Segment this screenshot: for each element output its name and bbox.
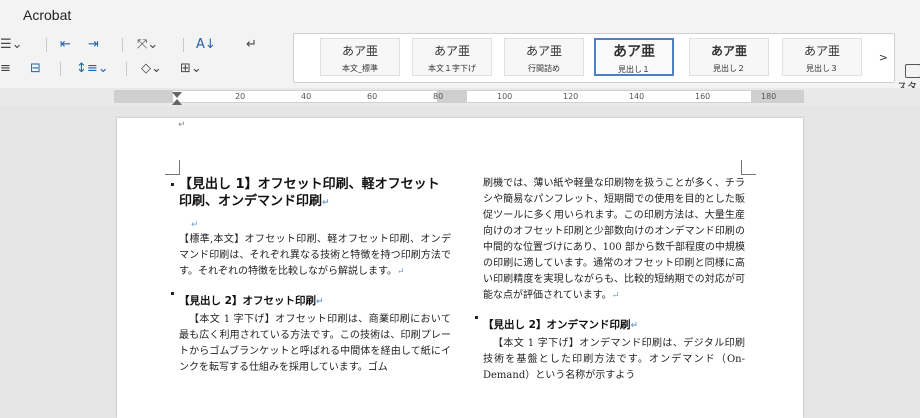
line-spacing-icon[interactable]: ↕≡⌄ <box>76 62 109 76</box>
return-mark: ↵ <box>191 220 199 230</box>
heading-bullet <box>475 316 478 319</box>
style-tile-heading-3[interactable]: あア亜 見出し３ <box>782 38 862 76</box>
style-name: 本文１字下げ <box>428 64 476 73</box>
ruler-label: 120 <box>563 92 579 101</box>
ruler-label: 160 <box>695 92 711 101</box>
offset-text: 【本文 1 字下げ】オフセット印刷は、商業印刷において最も広く利用されている方法… <box>179 314 451 373</box>
style-name: 本文_標準 <box>342 64 378 73</box>
hanging-indent-marker[interactable] <box>172 99 182 105</box>
text-direction-icon[interactable]: ⤧⌄ <box>137 38 158 52</box>
light-offset-text: 刷機では、薄い紙や軽量な印刷物を扱うことが多く、チラシや簡易なパンフレット、短期… <box>483 178 745 301</box>
heading-1-text: 【見出し 1】オフセット印刷、軽オフセット印刷、オンデマンド印刷 <box>179 177 440 209</box>
margin-corner-top-right <box>741 160 756 175</box>
style-sample: あア亜 <box>433 44 470 58</box>
style-sample: あア亜 <box>525 44 562 58</box>
return-mark: ↵ <box>322 198 330 208</box>
style-tile-heading-1[interactable]: あア亜 見出し１ <box>594 38 674 76</box>
styles-gallery: あア亜 本文_標準 あア亜 本文１字下げ あア亜 行間詰め あア亜 見出し１ あ… <box>293 33 895 83</box>
heading-2-ondemand[interactable]: 【見出し 2】オンデマンド印刷↵ <box>475 316 745 334</box>
heading-bullet <box>171 183 174 186</box>
ruler-margin-left <box>115 91 173 102</box>
ribbon-separator <box>122 38 123 52</box>
ondemand-text: 【本文 1 字下げ】オンデマンド印刷は、デジタル印刷技術を基盤とした印刷方法です… <box>483 338 745 381</box>
distributed-align-icon[interactable]: ⊟ <box>30 62 41 76</box>
margin-corner-top-left <box>165 160 180 175</box>
style-name: 行間詰め <box>528 64 560 73</box>
style-name: 見出し２ <box>713 64 745 73</box>
style-sample: あア亜 <box>613 44 655 60</box>
style-sample: あア亜 <box>341 44 378 58</box>
return-mark: ↵ <box>611 291 620 301</box>
document-page[interactable]: ↵ 【見出し 1】オフセット印刷、軽オフセット印刷、オンデマンド印刷↵ ↵ 【標… <box>117 118 803 418</box>
first-line-indent-marker[interactable] <box>172 92 182 98</box>
ruler-label: 180 <box>761 92 777 101</box>
style-sample: あア亜 <box>803 44 840 58</box>
increase-indent-icon[interactable]: ⇥ <box>88 38 99 52</box>
style-name: 見出し１ <box>618 65 650 74</box>
ribbon-separator <box>126 62 127 76</box>
ruler-label: 60 <box>367 92 378 101</box>
heading-2-offset-text: 【見出し 2】オフセット印刷 <box>179 295 316 307</box>
intro-paragraph[interactable]: 【標準,本文】オフセット印刷、軽オフセット印刷、オンデマンド印刷は、それぞれ異な… <box>179 232 451 280</box>
ruler-label: 100 <box>497 92 513 101</box>
ribbon-separator <box>60 62 61 76</box>
style-sample: あア亜 <box>710 44 747 58</box>
decrease-indent-icon[interactable]: ⇤ <box>60 38 71 52</box>
style-name: 見出し３ <box>806 64 838 73</box>
multilevel-list-icon[interactable]: ☰⌄ <box>0 38 23 52</box>
style-tile-body-indent[interactable]: あア亜 本文１字下げ <box>412 38 492 76</box>
title-bar: Acrobat <box>0 0 920 30</box>
empty-paragraph: ↵ <box>179 212 451 232</box>
style-tile-tight-spacing[interactable]: あア亜 行間詰め <box>504 38 584 76</box>
gallery-more-icon[interactable]: > <box>879 51 888 64</box>
left-column: 【見出し 1】オフセット印刷、軽オフセット印刷、オンデマンド印刷↵ ↵ 【標準,… <box>171 176 451 376</box>
return-mark: ↵ <box>315 297 324 307</box>
ruler-label: 20 <box>235 92 246 101</box>
show-marks-icon[interactable]: ↵ <box>246 38 257 52</box>
offset-paragraph[interactable]: 【本文 1 字下げ】オフセット印刷は、商業印刷において最も広く利用されている方法… <box>179 312 451 376</box>
ribbon-separator <box>46 38 47 52</box>
return-mark: ↵ <box>178 120 186 130</box>
heading-bullet <box>171 292 174 295</box>
ruler-track: 20 40 60 80 100 120 140 160 180 <box>114 90 804 103</box>
ondemand-paragraph[interactable]: 【本文 1 字下げ】オンデマンド印刷は、デジタル印刷技術を基盤とした印刷方法です… <box>483 336 745 384</box>
heading-2-ondemand-text: 【見出し 2】オンデマンド印刷 <box>483 319 631 331</box>
app-title: Acrobat <box>23 7 72 23</box>
ruler-label: 80 <box>433 92 444 101</box>
ribbon-toolbar: ☰⌄ ⇤ ⇥ ⤧⌄ A↓ ↵ ≡ ⊟ ↕≡⌄ ◇⌄ ⊞⌄ あア亜 本文_標準 あ… <box>0 30 920 105</box>
ribbon-separator <box>183 38 184 52</box>
ruler-label: 40 <box>301 92 312 101</box>
intro-text: 【標準,本文】オフセット印刷、軽オフセット印刷、オンデマンド印刷は、それぞれ異な… <box>179 234 451 277</box>
return-mark: ↵ <box>397 267 405 277</box>
ruler-label: 140 <box>629 92 645 101</box>
sort-icon[interactable]: A↓ <box>196 38 216 52</box>
ruler-margin-right <box>751 91 803 102</box>
style-tile-heading-2[interactable]: あア亜 見出し２ <box>689 38 769 76</box>
heading-1[interactable]: 【見出し 1】オフセット印刷、軽オフセット印刷、オンデマンド印刷↵ <box>171 176 451 212</box>
borders-icon[interactable]: ⊞⌄ <box>180 62 202 76</box>
return-mark: ↵ <box>630 321 639 331</box>
heading-2-offset[interactable]: 【見出し 2】オフセット印刷↵ <box>171 292 451 310</box>
styles-pane-icon <box>905 64 920 78</box>
shading-icon[interactable]: ◇⌄ <box>141 62 162 76</box>
light-offset-paragraph[interactable]: 刷機では、薄い紙や軽量な印刷物を扱うことが多く、チラシや簡易なパンフレット、短期… <box>483 176 745 304</box>
right-column: 刷機では、薄い紙や軽量な印刷物を扱うことが多く、チラシや簡易なパンフレット、短期… <box>475 176 745 384</box>
style-tile-body-standard[interactable]: あア亜 本文_標準 <box>320 38 400 76</box>
align-justify-icon[interactable]: ≡ <box>0 62 11 76</box>
horizontal-ruler[interactable]: 20 40 60 80 100 120 140 160 180 <box>0 88 920 106</box>
